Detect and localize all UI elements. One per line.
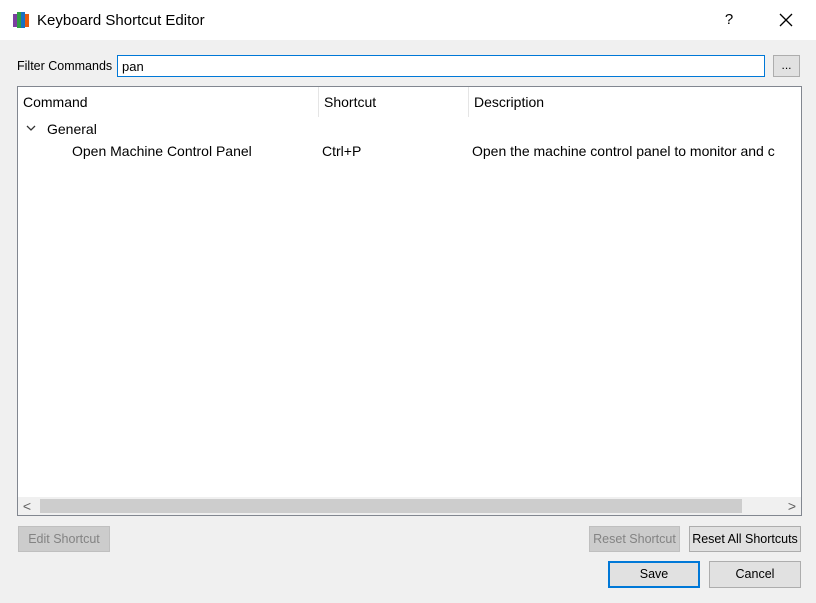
filter-commands-input[interactable] [117, 55, 765, 77]
column-header-command[interactable]: Command [18, 87, 319, 117]
reset-shortcut-button[interactable]: Reset Shortcut [589, 526, 680, 552]
browse-button[interactable]: ... [773, 55, 800, 77]
keyboard-shortcut-editor-dialog: Keyboard Shortcut Editor ? Filter Comman… [0, 0, 816, 603]
description-cell: Open the machine control panel to monito… [472, 143, 775, 159]
help-button[interactable]: ? [715, 8, 743, 32]
column-header-description[interactable]: Description [469, 87, 801, 117]
title-bar: Keyboard Shortcut Editor ? [0, 0, 816, 40]
tree-group-row[interactable]: General [18, 118, 801, 140]
filter-commands-label: Filter Commands [17, 59, 113, 73]
close-button[interactable] [772, 8, 800, 32]
shortcut-cell: Ctrl+P [322, 143, 362, 159]
chevron-down-icon[interactable] [24, 118, 38, 140]
save-button[interactable]: Save [608, 561, 700, 588]
tree-header: Command Shortcut Description [18, 87, 801, 117]
reset-all-shortcuts-button[interactable]: Reset All Shortcuts [689, 526, 801, 552]
scroll-left-icon[interactable]: < [18, 497, 36, 515]
close-icon [779, 13, 793, 27]
command-cell: Open Machine Control Panel [72, 143, 252, 159]
table-row[interactable]: Open Machine Control Panel Ctrl+P Open t… [18, 140, 801, 162]
horizontal-scrollbar[interactable]: < > [18, 497, 801, 515]
cancel-button[interactable]: Cancel [709, 561, 801, 588]
commands-tree[interactable]: Command Shortcut Description General Ope… [17, 86, 802, 516]
scroll-thumb[interactable] [40, 499, 742, 513]
column-header-shortcut[interactable]: Shortcut [319, 87, 469, 117]
group-label: General [47, 121, 97, 137]
scroll-right-icon[interactable]: > [783, 497, 801, 515]
edit-shortcut-button[interactable]: Edit Shortcut [18, 526, 110, 552]
app-icon [13, 12, 29, 28]
window-title: Keyboard Shortcut Editor [37, 12, 205, 29]
